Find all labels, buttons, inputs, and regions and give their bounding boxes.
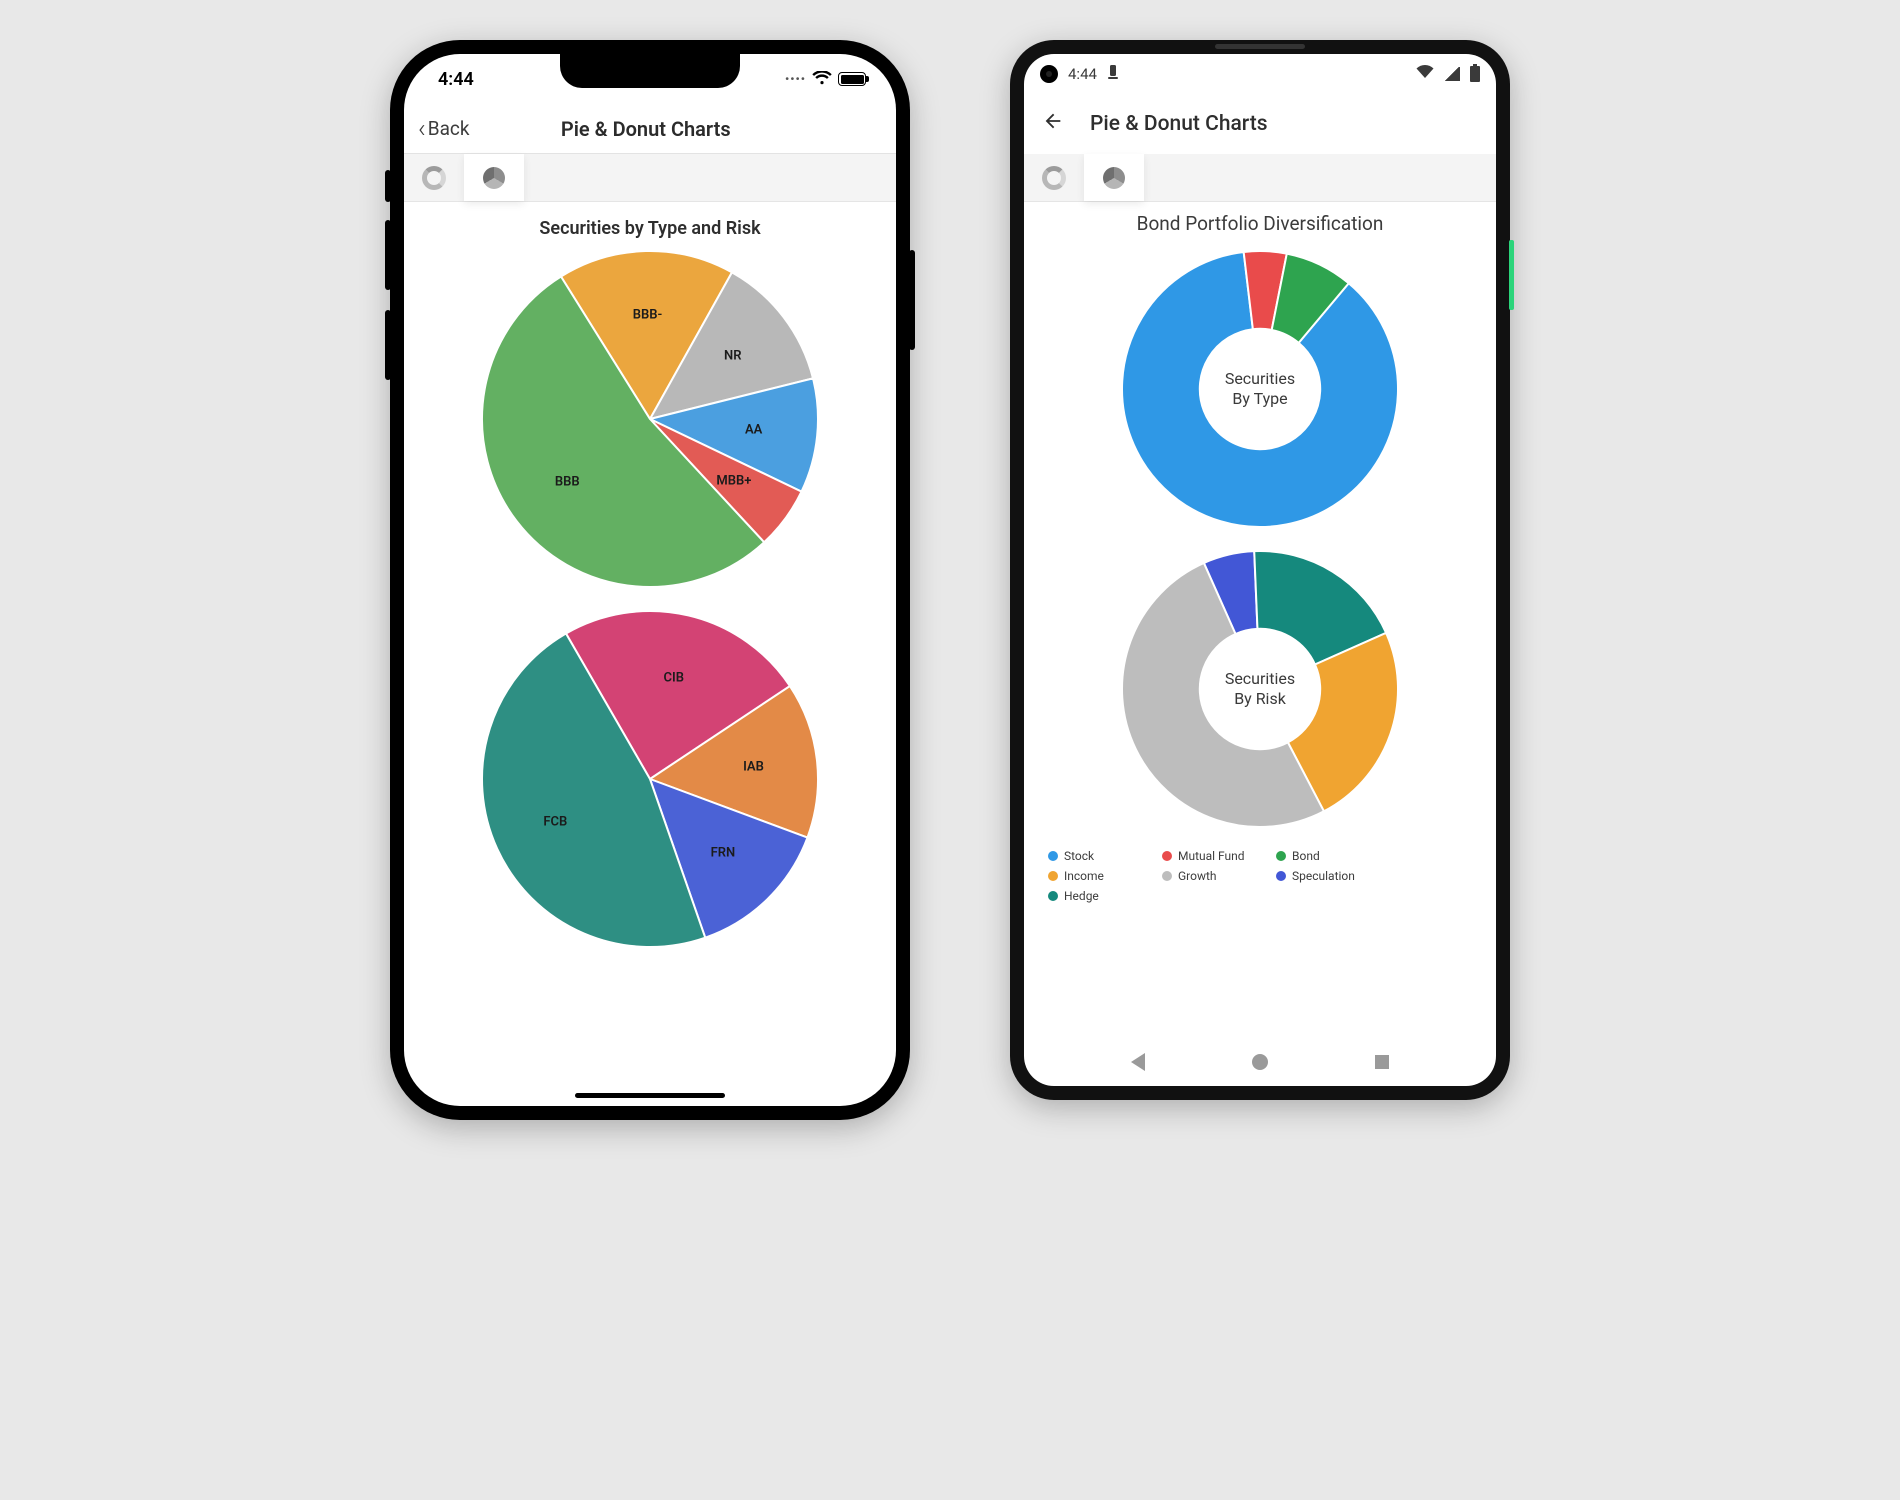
legend-label: Speculation — [1292, 869, 1355, 883]
legend-label: Bond — [1292, 849, 1320, 863]
android-device-frame: 4:44 Pie & Donut Charts Bond Portfolio D… — [1010, 40, 1510, 1100]
android-screen: 4:44 Pie & Donut Charts Bond Portfolio D… — [1024, 54, 1496, 1086]
legend-swatch — [1276, 851, 1286, 861]
legend-swatch — [1162, 851, 1172, 861]
legend-item[interactable]: Income — [1048, 869, 1140, 883]
pie-icon — [1103, 167, 1125, 189]
donut-icon — [422, 166, 446, 190]
chart-type-tabbar — [404, 154, 896, 202]
tab-pie[interactable] — [1084, 154, 1144, 201]
android-back-button[interactable] — [1131, 1053, 1145, 1071]
iphone-notch — [560, 54, 740, 88]
legend-swatch — [1048, 851, 1058, 861]
legend-label: Hedge — [1064, 889, 1099, 903]
android-section-title: Bond Portfolio Diversification — [1137, 212, 1384, 235]
legend-label: Mutual Fund — [1178, 849, 1245, 863]
donut-icon — [1042, 166, 1066, 190]
donut-center-label-type: Securities By Type — [1201, 330, 1319, 448]
donut-chart-by-risk[interactable]: Securities By Risk — [1120, 549, 1400, 829]
android-status-bar: 4:44 — [1024, 54, 1496, 94]
home-indicator[interactable] — [575, 1093, 725, 1098]
ios-clock: 4:44 — [438, 69, 474, 90]
iphone-device-frame: 4:44 •••• ‹ Back Pie & Donut Charts Secu… — [390, 40, 910, 1120]
ios-section-title: Securities by Type and Risk — [539, 218, 760, 239]
legend-label: Growth — [1178, 869, 1217, 883]
tab-pie[interactable] — [464, 154, 524, 201]
iphone-screen: 4:44 •••• ‹ Back Pie & Donut Charts Secu… — [404, 54, 896, 1106]
back-button[interactable] — [1042, 110, 1064, 138]
chart-legend: Stock Mutual Fund Bond Income Growth Speculat… — [1044, 849, 1476, 903]
front-camera — [1040, 65, 1058, 83]
cell-signal-icon — [1444, 67, 1460, 81]
page-title: Pie & Donut Charts — [410, 117, 883, 141]
ios-nav-bar: ‹ Back Pie & Donut Charts — [404, 104, 896, 154]
legend-swatch — [1162, 871, 1172, 881]
legend-item[interactable]: Stock — [1048, 849, 1140, 863]
chart-type-tabbar — [1024, 154, 1496, 202]
android-recents-button[interactable] — [1375, 1055, 1389, 1069]
pie-icon — [483, 167, 505, 189]
android-home-button[interactable] — [1252, 1054, 1268, 1070]
pie-chart-type-risk-bottom[interactable]: CIBIABFRNFCB — [480, 609, 820, 949]
legend-item[interactable]: Growth — [1162, 869, 1254, 883]
wifi-icon — [812, 69, 832, 90]
battery-icon — [1470, 66, 1480, 82]
wifi-icon — [1416, 65, 1434, 83]
legend-item[interactable]: Mutual Fund — [1162, 849, 1254, 863]
page-title: Pie & Donut Charts — [1090, 112, 1268, 136]
cellular-dots-icon: •••• — [785, 72, 806, 86]
android-clock: 4:44 — [1068, 65, 1097, 83]
android-content: Bond Portfolio Diversification Securitie… — [1024, 202, 1496, 1038]
pie-chart-type-risk-top[interactable]: BBB-NRAAMBB+BBB — [480, 249, 820, 589]
legend-label: Income — [1064, 869, 1104, 883]
legend-swatch — [1276, 871, 1286, 881]
notification-icon — [1107, 65, 1119, 83]
donut-center-label-risk: Securities By Risk — [1201, 630, 1319, 748]
tab-donut[interactable] — [1024, 154, 1084, 201]
legend-swatch — [1048, 891, 1058, 901]
ios-content: Securities by Type and Risk BBB-NRAAMBB+… — [404, 202, 896, 1106]
legend-item[interactable]: Hedge — [1048, 889, 1140, 903]
android-topbar: Pie & Donut Charts — [1024, 94, 1496, 154]
battery-icon — [838, 72, 866, 86]
legend-label: Stock — [1064, 849, 1094, 863]
legend-item[interactable]: Speculation — [1276, 869, 1368, 883]
legend-item[interactable]: Bond — [1276, 849, 1368, 863]
legend-swatch — [1048, 871, 1058, 881]
donut-chart-by-type[interactable]: Securities By Type — [1120, 249, 1400, 529]
android-nav-bar — [1024, 1038, 1496, 1086]
tab-donut[interactable] — [404, 154, 464, 201]
